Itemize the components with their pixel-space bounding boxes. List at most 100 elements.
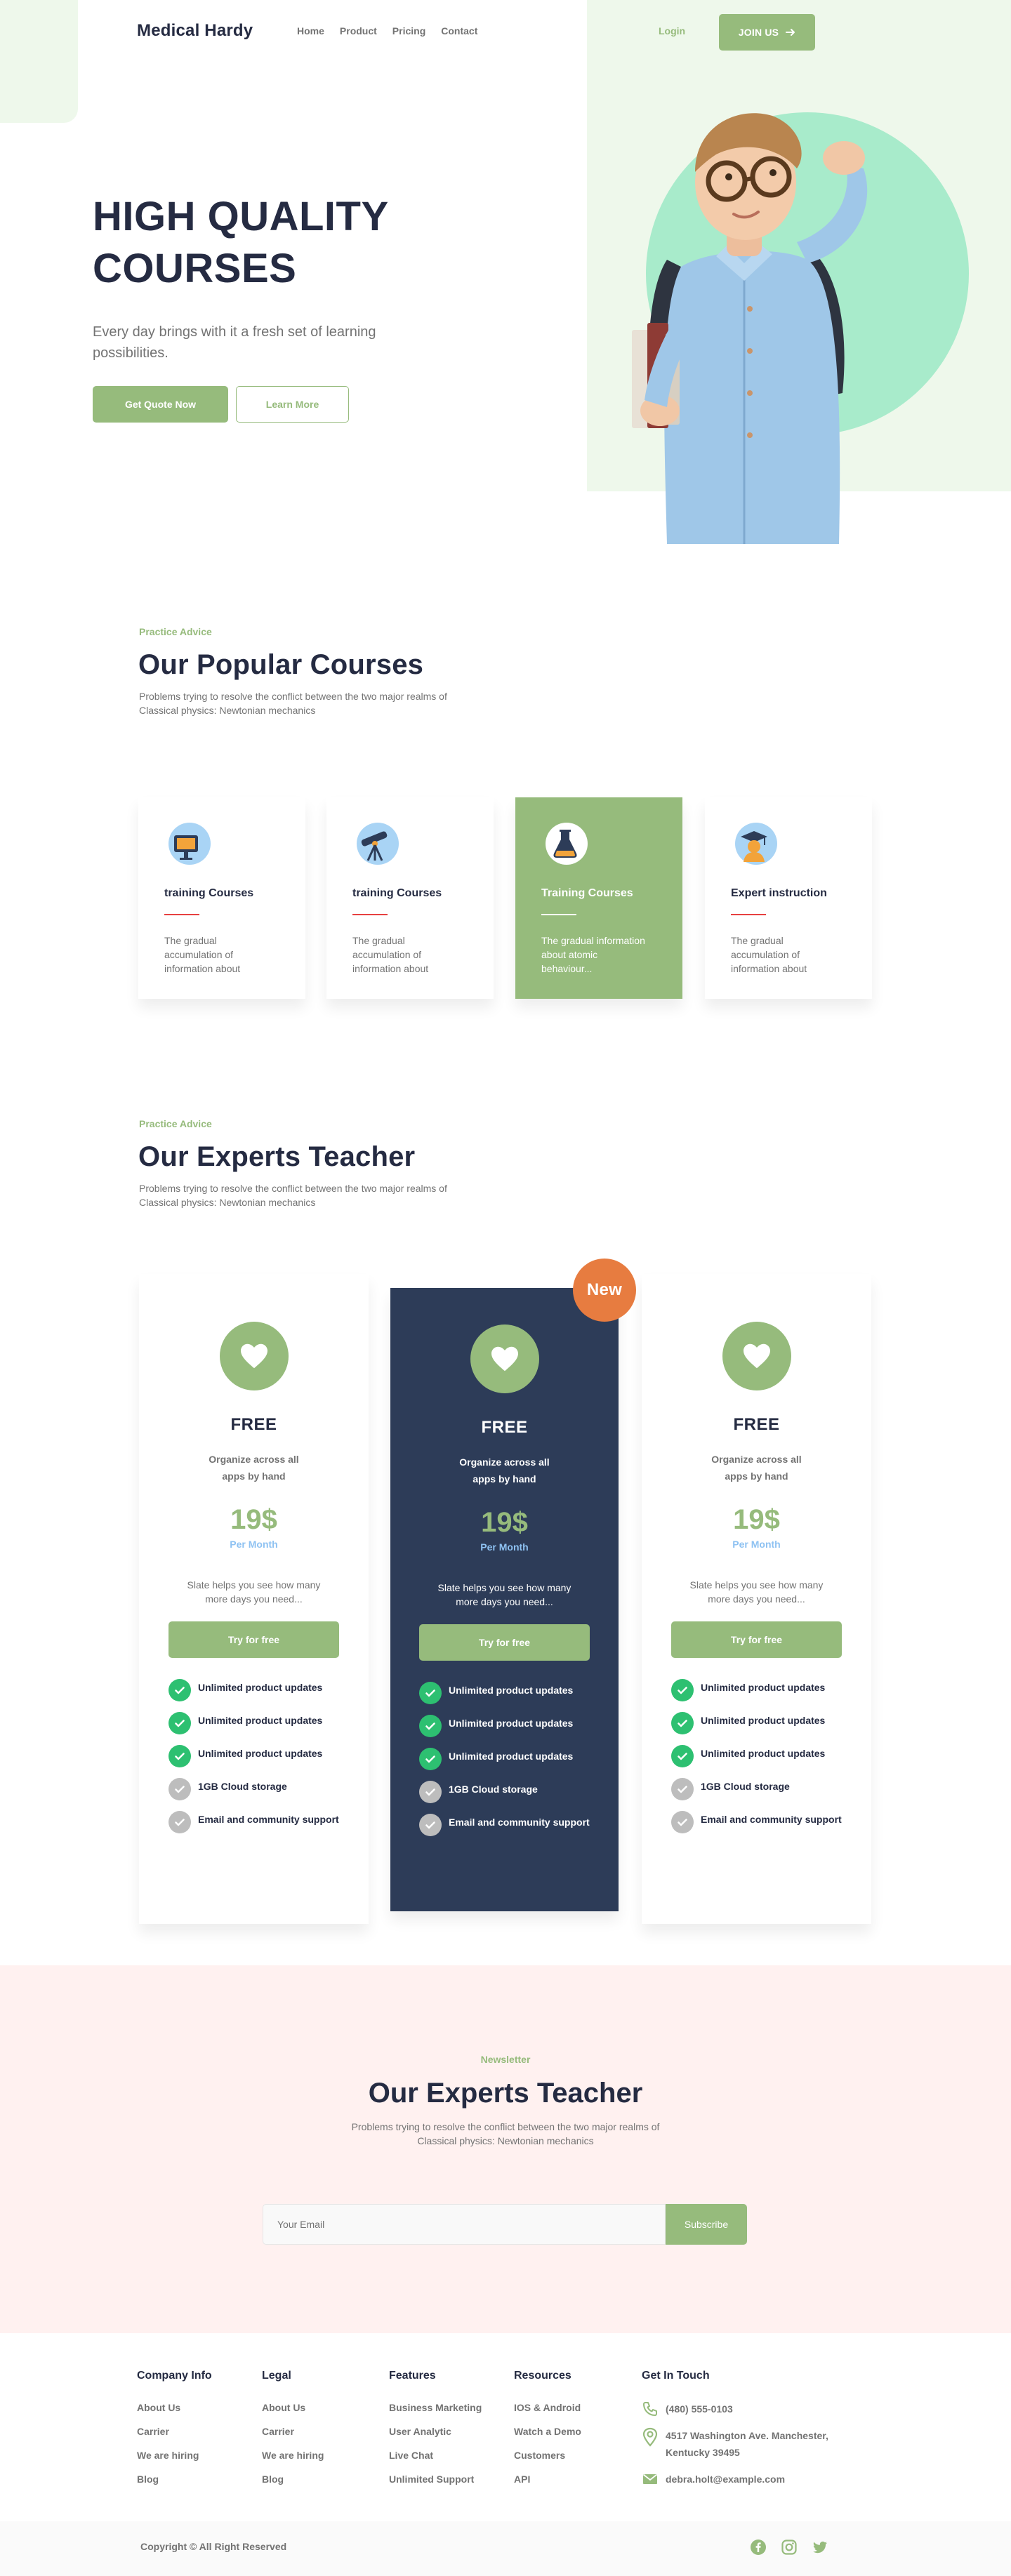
footer-link[interactable]: Customers [514, 2448, 581, 2462]
course-description: The gradual information about atomic beh… [541, 935, 645, 974]
nav-contact[interactable]: Contact [441, 25, 477, 36]
footer-link[interactable]: Carrier [262, 2424, 324, 2438]
courses-eyebrow: Practice Advice [139, 626, 212, 637]
check-disabled-icon [419, 1781, 442, 1803]
course-card[interactable]: training Courses The gradual accumulatio… [326, 797, 494, 999]
brand-logo[interactable]: Medical Hardy [137, 21, 253, 41]
hero-subtitle: Every day brings with it a fresh set of … [93, 324, 376, 361]
subscribe-button[interactable]: Subscribe [666, 2204, 747, 2245]
phone-icon [643, 2402, 657, 2416]
footer-link[interactable]: Live Chat [389, 2448, 482, 2462]
feature-item: Unlimited product updates [671, 1679, 842, 1701]
newsletter-title: Our Experts Teacher [368, 2078, 643, 2109]
feature-item: Unlimited product updates [168, 1679, 339, 1701]
nav-product[interactable]: Product [340, 25, 377, 36]
footer-link[interactable]: Watch a Demo [514, 2424, 581, 2438]
plan-name: FREE [733, 1415, 780, 1434]
footer-link[interactable]: Blog [137, 2472, 212, 2486]
footer-column-title: Resources [514, 2370, 571, 2382]
course-card-active[interactable]: Training Courses The gradual information… [515, 797, 682, 999]
check-icon [419, 1748, 442, 1770]
newsletter-form: Your Email Subscribe [263, 2204, 747, 2245]
plan-price: 19$ [733, 1504, 780, 1535]
footer-link[interactable]: We are hiring [137, 2448, 212, 2462]
flask-icon [541, 821, 588, 868]
feature-item: Unlimited product updates [419, 1748, 590, 1770]
heart-icon [722, 1322, 791, 1390]
social-links [750, 2539, 828, 2556]
plan-period: Per Month [230, 1539, 278, 1550]
plan-name: FREE [230, 1415, 277, 1434]
course-card[interactable]: Expert instruction The gradual accumulat… [705, 797, 872, 999]
location-pin-icon [642, 2427, 658, 2447]
learn-more-button[interactable]: Learn More [236, 386, 349, 423]
course-divider [731, 914, 766, 915]
footer-link[interactable]: About Us [137, 2401, 212, 2415]
footer-column-title: Features [389, 2370, 436, 2382]
main-nav: Home Product Pricing Contact [297, 25, 477, 36]
plan-price: 19$ [230, 1504, 277, 1535]
hero-title: HIGH QUALITY COURSES [93, 194, 388, 291]
check-icon [671, 1679, 694, 1701]
pricing-card-featured: FREE Organize across all apps by hand 19… [390, 1288, 619, 1911]
contact-email[interactable]: debra.holt@example.com [642, 2471, 845, 2488]
plan-period: Per Month [480, 1541, 529, 1553]
instagram-icon[interactable] [781, 2539, 798, 2556]
course-card[interactable]: training Courses The gradual accumulatio… [138, 797, 305, 999]
get-quote-button[interactable]: Get Quote Now [93, 386, 228, 423]
courses-description: Problems trying to resolve the conflict … [139, 691, 447, 716]
course-divider [352, 914, 388, 915]
twitter-icon[interactable] [812, 2539, 828, 2556]
try-for-free-button[interactable]: Try for free [671, 1621, 842, 1658]
footer-column-title: Legal [262, 2370, 291, 2382]
feature-item: Unlimited product updates [419, 1682, 590, 1704]
email-input[interactable]: Your Email [263, 2204, 666, 2245]
feature-item: 1GB Cloud storage [671, 1778, 842, 1800]
contact-phone[interactable]: (480) 555-0103 [642, 2401, 845, 2417]
feature-label: 1GB Cloud storage [198, 1781, 287, 1792]
join-us-button[interactable]: JOIN US [719, 14, 815, 51]
try-for-free-button[interactable]: Try for free [419, 1624, 590, 1661]
course-title: training Courses [352, 887, 442, 899]
feature-item: Unlimited product updates [671, 1745, 842, 1767]
feature-label: Unlimited product updates [701, 1682, 826, 1693]
feature-label: Unlimited product updates [449, 1751, 574, 1762]
feature-item: Unlimited product updates [168, 1712, 339, 1734]
newsletter-eyebrow: Newsletter [480, 2054, 531, 2065]
footer-link[interactable]: About Us [262, 2401, 324, 2415]
check-disabled-icon [419, 1814, 442, 1836]
login-link[interactable]: Login [659, 25, 685, 36]
copyright-text: Copyright © All Right Reserved [140, 2541, 287, 2552]
footer-link[interactable]: Carrier [137, 2424, 212, 2438]
try-for-free-button[interactable]: Try for free [168, 1621, 339, 1658]
plan-price: 19$ [481, 1507, 528, 1538]
feature-item: Unlimited product updates [419, 1715, 590, 1737]
course-description: The gradual accumulation of information … [731, 935, 807, 974]
footer-column-legal: Legal About Us Carrier We are hiring Blo… [262, 2370, 324, 2496]
course-divider [541, 914, 576, 915]
telescope-icon [352, 821, 399, 868]
footer-link[interactable]: Unlimited Support [389, 2472, 482, 2486]
footer-link[interactable]: Business Marketing [389, 2401, 482, 2415]
nav-home[interactable]: Home [297, 25, 324, 36]
footer-link[interactable]: User Analytic [389, 2424, 482, 2438]
footer-link[interactable]: API [514, 2472, 581, 2486]
nav-pricing[interactable]: Pricing [392, 25, 425, 36]
hero-section: Medical Hardy Home Product Pricing Conta… [0, 0, 1011, 555]
plan-name: FREE [481, 1418, 528, 1437]
footer-link[interactable]: Blog [262, 2472, 324, 2486]
check-disabled-icon [168, 1778, 191, 1800]
hero-decor-block [0, 0, 78, 123]
footer-link[interactable]: IOS & Android [514, 2401, 581, 2415]
course-title: Training Courses [541, 887, 633, 899]
facebook-icon[interactable] [750, 2539, 767, 2556]
feature-label: Email and community support [701, 1814, 842, 1825]
plan-subtitle: Organize across all apps by hand [459, 1456, 550, 1485]
newsletter-description: Problems trying to resolve the conflict … [0, 2120, 1011, 2148]
feature-label: Unlimited product updates [198, 1715, 323, 1726]
check-icon [671, 1712, 694, 1734]
footer-link[interactable]: We are hiring [262, 2448, 324, 2462]
check-icon [168, 1745, 191, 1767]
check-icon [168, 1679, 191, 1701]
mail-icon [642, 2474, 658, 2484]
